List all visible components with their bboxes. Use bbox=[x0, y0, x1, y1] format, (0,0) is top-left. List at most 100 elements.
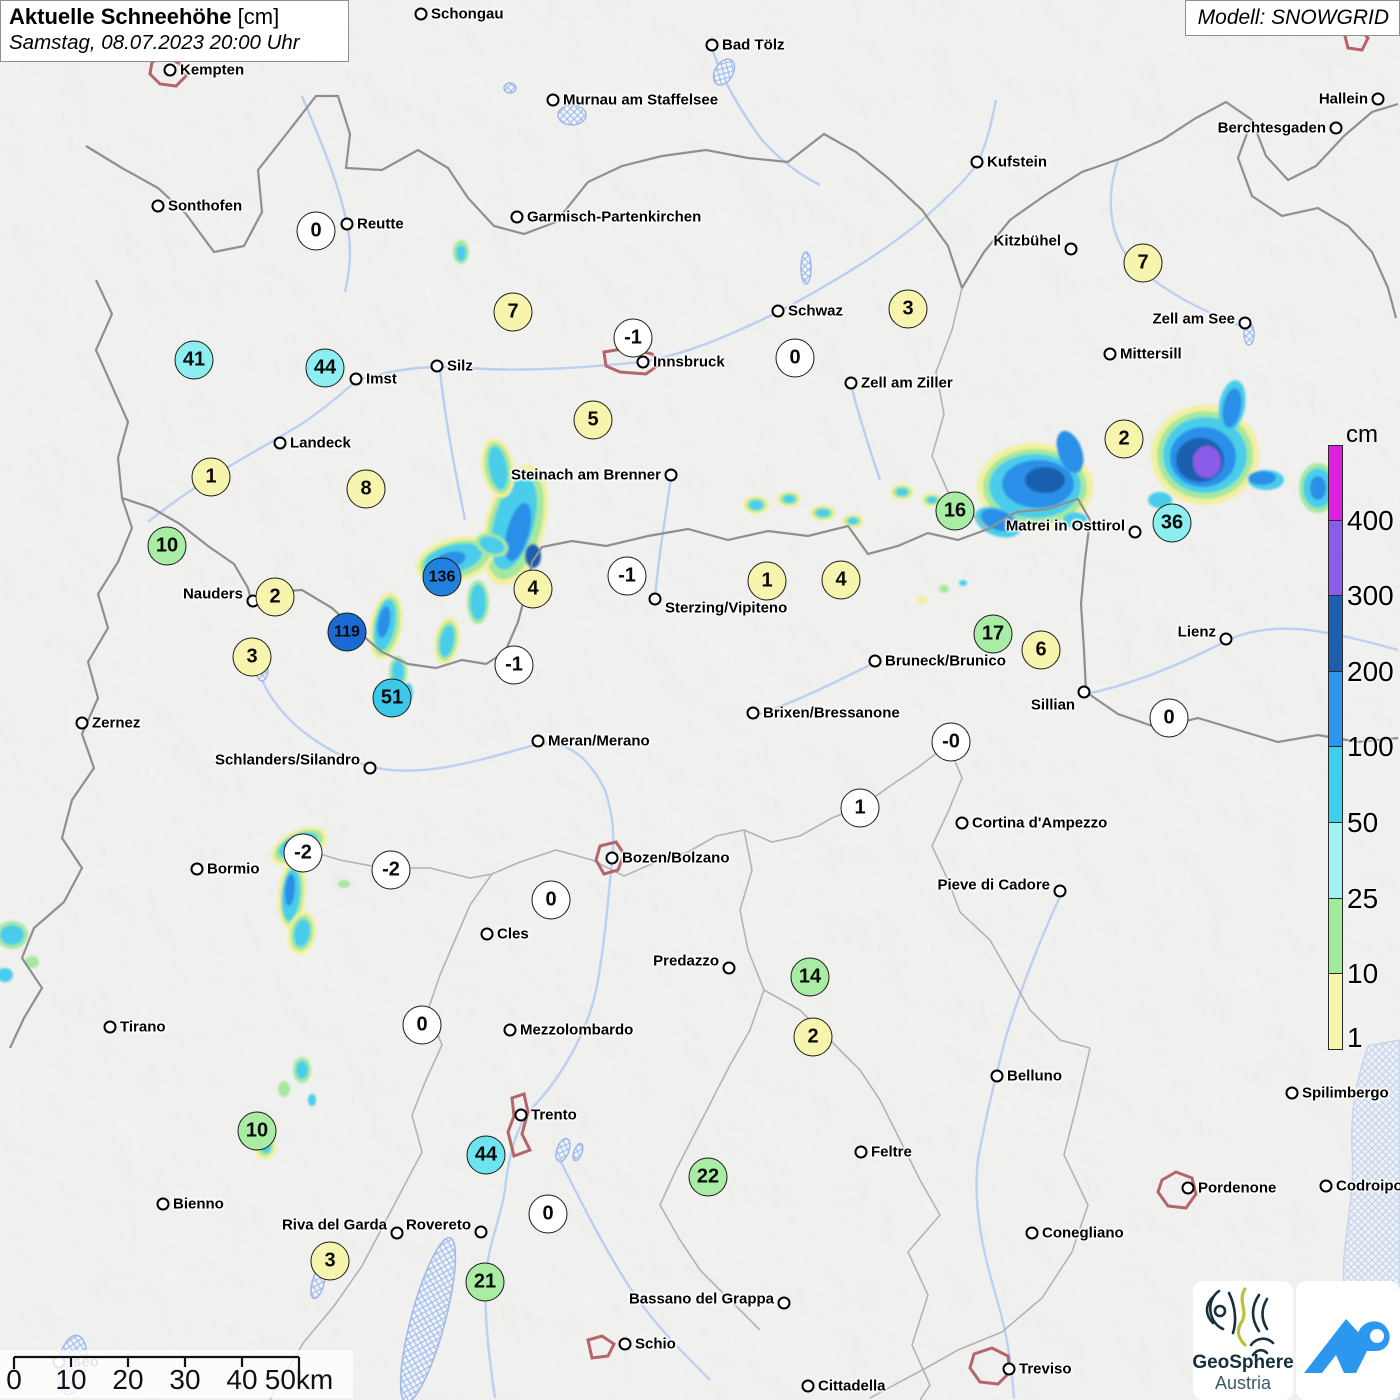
snow-depth-marker: 3 bbox=[888, 289, 928, 329]
city-label: Mittersill bbox=[1120, 345, 1182, 363]
scale-bar-tick-label: 0 bbox=[6, 1364, 22, 1395]
city-label: Schongau bbox=[431, 5, 504, 23]
snow-depth-marker: 2 bbox=[255, 577, 295, 617]
city-dot bbox=[636, 355, 650, 369]
model-label: Modell: SNOWGRID bbox=[1184, 0, 1400, 36]
city-dot bbox=[1128, 525, 1142, 539]
snow-depth-marker: 16 bbox=[935, 491, 975, 531]
city-label: Nauders bbox=[182, 585, 243, 603]
city-label: Sillian bbox=[1030, 696, 1076, 714]
city-dot bbox=[722, 961, 736, 975]
city-label: Conegliano bbox=[1042, 1224, 1124, 1242]
city-label: Bassano del Grappa bbox=[628, 1290, 774, 1308]
city-dot bbox=[1181, 1181, 1195, 1195]
city-dot bbox=[103, 1020, 117, 1034]
map-title: Aktuelle Schneehöhe [cm] bbox=[9, 4, 340, 30]
city-label: Cittadella bbox=[818, 1377, 886, 1395]
snow-depth-marker: 2 bbox=[1104, 419, 1144, 459]
city-label: Predazzo bbox=[653, 952, 719, 970]
avalanche-service-logo bbox=[1296, 1281, 1400, 1400]
scale-bar: 0 10 20 30 40 50km bbox=[0, 1350, 353, 1398]
city-label: Bormio bbox=[207, 860, 260, 878]
map-title-text: Aktuelle Schneehöhe bbox=[9, 4, 232, 29]
city-label: Kempten bbox=[180, 61, 245, 79]
city-dot bbox=[1053, 884, 1067, 898]
snow-depth-marker: 21 bbox=[465, 1262, 505, 1302]
city-label: Matrei in Osttirol bbox=[1005, 517, 1125, 535]
city-dot bbox=[1329, 121, 1343, 135]
city-dot bbox=[1002, 1362, 1016, 1376]
snow-depth-marker: 3 bbox=[310, 1241, 350, 1281]
city-label: Bozen/Bolzano bbox=[622, 849, 730, 867]
city-label: Schwaz bbox=[788, 302, 844, 320]
scale-bar-tick-label: 20 bbox=[112, 1364, 144, 1395]
city-label: Brixen/Bressanone bbox=[763, 704, 900, 722]
geosphere-logo-text: GeoSphere bbox=[1192, 1352, 1294, 1373]
city-label: Trento bbox=[531, 1106, 577, 1124]
snow-depth-marker: 0 bbox=[528, 1194, 568, 1234]
city-label: Treviso bbox=[1019, 1360, 1072, 1378]
geosphere-logo: GeoSphere Austria bbox=[1192, 1281, 1294, 1400]
city-dot bbox=[970, 155, 984, 169]
snow-depth-marker: -1 bbox=[607, 556, 647, 596]
scale-bar-tick-label: 30 bbox=[169, 1364, 201, 1395]
snow-depth-marker: 3 bbox=[232, 637, 272, 677]
city-dot bbox=[414, 7, 428, 21]
city-dot bbox=[156, 1197, 170, 1211]
map-subtitle: Samstag, 08.07.2023 20:00 Uhr bbox=[9, 31, 300, 54]
city-label: Schio bbox=[635, 1335, 676, 1353]
city-label: Tirano bbox=[120, 1018, 166, 1036]
city-label: Innsbruck bbox=[653, 353, 725, 371]
mountain-logo-icon bbox=[1304, 1319, 1390, 1373]
city-dot bbox=[273, 436, 287, 450]
snow-depth-marker: 22 bbox=[688, 1157, 728, 1197]
snow-depth-marker: -2 bbox=[371, 850, 411, 890]
city-dot bbox=[503, 1023, 517, 1037]
city-label: Reutte bbox=[357, 215, 404, 233]
city-label: Landeck bbox=[290, 434, 351, 452]
city-dot bbox=[618, 1337, 632, 1351]
city-dot bbox=[75, 716, 89, 730]
city-dot bbox=[1371, 92, 1385, 106]
city-dot bbox=[705, 38, 719, 52]
snow-depth-marker: 0 bbox=[531, 880, 571, 920]
snow-depth-marker: 0 bbox=[1149, 698, 1189, 738]
city-dot bbox=[430, 359, 444, 373]
city-dot bbox=[801, 1379, 815, 1393]
city-label: Belluno bbox=[1007, 1067, 1062, 1085]
city-dot bbox=[514, 1108, 528, 1122]
city-label: Lienz bbox=[1177, 623, 1216, 641]
snow-depth-marker: 7 bbox=[1123, 243, 1163, 283]
scale-bar-tick-label: 50km bbox=[264, 1364, 334, 1395]
city-label: Meran/Merano bbox=[548, 732, 650, 750]
map-title-unit: [cm] bbox=[231, 4, 280, 29]
snow-depth-marker: 0 bbox=[775, 338, 815, 378]
snow-depth-marker: 136 bbox=[422, 557, 462, 597]
city-label: Pordenone bbox=[1198, 1179, 1277, 1197]
snow-depth-marker: 4 bbox=[513, 569, 553, 609]
snow-depth-marker: 44 bbox=[305, 348, 345, 388]
city-label: Schlanders/Silandro bbox=[214, 751, 360, 769]
snow-depth-map: Schongau Bad Tölz Kempten Murnau am Staffel… bbox=[0, 0, 1400, 1400]
city-dot bbox=[955, 816, 969, 830]
city-dot bbox=[844, 376, 858, 390]
city-label: Bienno bbox=[173, 1195, 224, 1213]
snow-depth-marker: 44 bbox=[466, 1135, 506, 1175]
city-dot bbox=[868, 654, 882, 668]
city-label: Mezzolombardo bbox=[520, 1021, 634, 1039]
scale-bar-tick-label: 40 bbox=[226, 1364, 258, 1395]
city-dot bbox=[151, 199, 165, 213]
city-dot bbox=[190, 862, 204, 876]
snow-depth-marker: -0 bbox=[931, 722, 971, 762]
snow-depth-marker: -2 bbox=[283, 833, 323, 873]
snow-depth-marker: 0 bbox=[402, 1005, 442, 1045]
city-label: Zernez bbox=[92, 714, 141, 732]
city-label: Silz bbox=[447, 357, 473, 375]
city-label: Kufstein bbox=[987, 153, 1047, 171]
city-label: Cortina d'Ampezzo bbox=[972, 814, 1108, 832]
city-label: Steinach am Brenner bbox=[510, 466, 661, 484]
city-label: Pieve di Cadore bbox=[937, 876, 1050, 894]
snow-depth-marker: 5 bbox=[573, 400, 613, 440]
snow-depth-marker: 1 bbox=[747, 561, 787, 601]
city-dot bbox=[1219, 632, 1233, 646]
